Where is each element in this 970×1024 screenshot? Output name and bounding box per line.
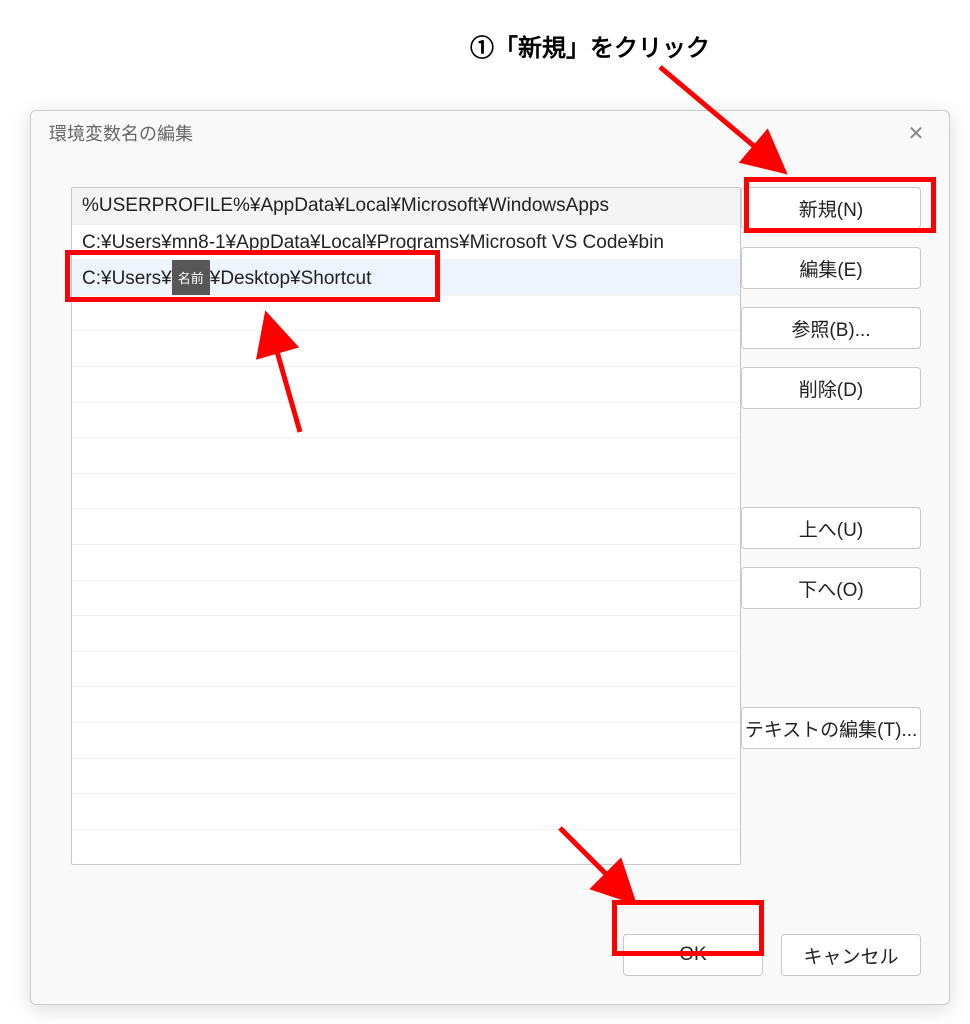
list-item[interactable]: C:¥Users¥mn8-1¥AppData¥Local¥Programs¥Mi… [72,224,740,260]
dialog-edit-env-var: 環境変数名の編集 ✕ %USERPROFILE%¥AppData¥Local¥M… [30,110,950,1005]
cancel-button[interactable]: キャンセル [781,934,921,976]
list-item[interactable] [72,651,740,687]
dialog-body: %USERPROFILE%¥AppData¥Local¥Microsoft¥Wi… [31,155,949,1004]
list-item[interactable] [72,473,740,509]
move-down-button[interactable]: 下へ(O) [741,567,921,609]
list-item[interactable] [72,366,740,402]
list-item[interactable] [72,686,740,722]
list-item[interactable] [72,330,740,366]
list-item-selected[interactable]: C:¥Users¥名前¥Desktop¥Shortcut [72,259,740,295]
list-item[interactable] [72,295,740,331]
list-item[interactable] [72,722,740,758]
move-up-button[interactable]: 上へ(U) [741,507,921,549]
new-button[interactable]: 新規(N) [741,187,921,229]
dialog-title: 環境変数名の編集 [49,120,893,146]
delete-button[interactable]: 削除(D) [741,367,921,409]
annotation-step1: ①「新規」をクリック [470,28,710,63]
path-text-suffix: ¥Desktop¥Shortcut [210,268,372,289]
side-button-column: 新規(N) 編集(E) 参照(B)... 削除(D) 上へ(U) 下へ(O) テ… [741,187,921,767]
dialog-titlebar: 環境変数名の編集 ✕ [31,111,949,155]
list-item[interactable] [72,615,740,651]
list-item[interactable] [72,508,740,544]
list-item[interactable] [72,793,740,829]
list-item[interactable] [72,402,740,438]
edit-text-button[interactable]: テキストの編集(T)... [741,707,921,749]
list-item[interactable]: %USERPROFILE%¥AppData¥Local¥Microsoft¥Wi… [72,188,740,224]
browse-button[interactable]: 参照(B)... [741,307,921,349]
list-item[interactable] [72,829,740,865]
list-item[interactable] [72,544,740,580]
list-item[interactable] [72,580,740,616]
path-list[interactable]: %USERPROFILE%¥AppData¥Local¥Microsoft¥Wi… [71,187,741,865]
close-icon: ✕ [908,121,925,146]
redacted-username: 名前 [172,260,210,295]
path-text-prefix: C:¥Users¥ [82,268,172,289]
list-item[interactable] [72,437,740,473]
edit-button[interactable]: 編集(E) [741,247,921,289]
close-button[interactable]: ✕ [893,114,939,152]
list-item[interactable] [72,758,740,794]
dialog-bottom-buttons: OK キャンセル [623,934,921,976]
ok-button[interactable]: OK [623,934,763,976]
